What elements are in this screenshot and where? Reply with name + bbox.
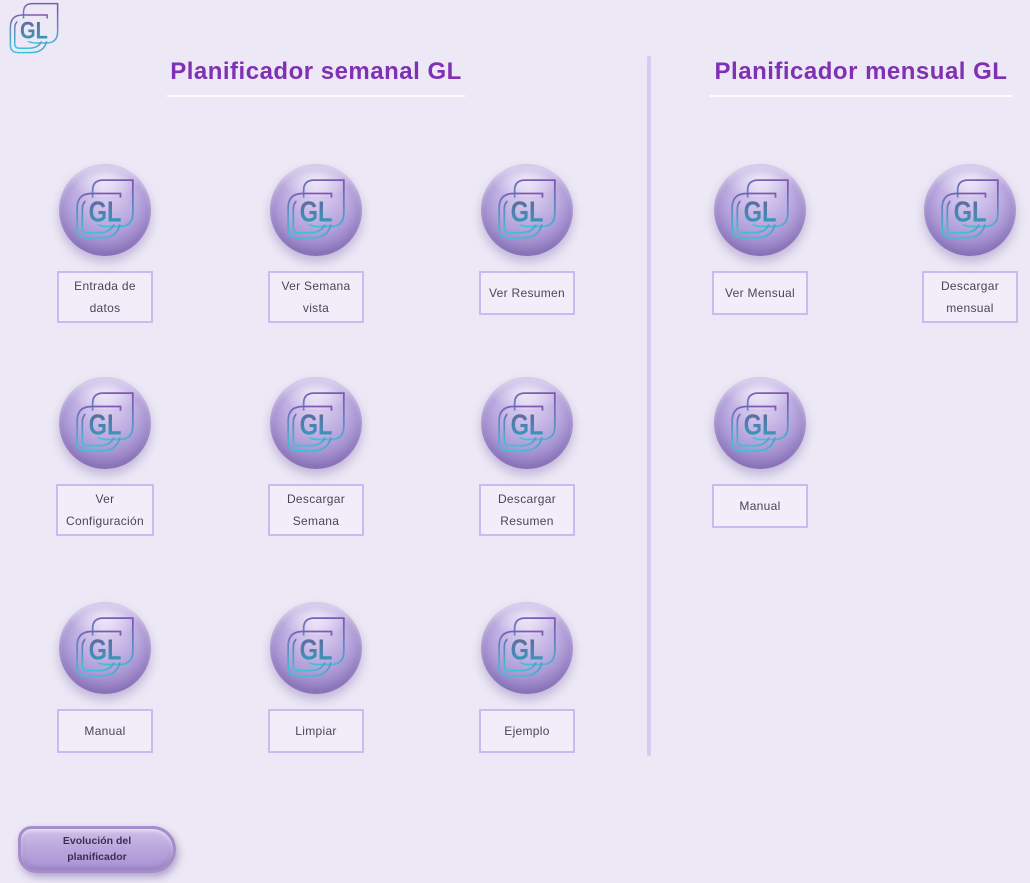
gl-orb-icon[interactable] [270, 377, 362, 469]
button-label: Manual [57, 709, 153, 753]
button-label-text: Manual [84, 720, 125, 742]
button-manual-mensual[interactable]: Manual [655, 377, 865, 528]
gl-orb-icon[interactable] [59, 164, 151, 256]
gl-orb-icon[interactable] [714, 377, 806, 469]
gl-orb-icon[interactable] [481, 164, 573, 256]
button-label: Entrada de datos [57, 271, 153, 323]
app-window: Planificador semanal GL Planificador men… [0, 0, 1030, 883]
button-limpiar[interactable]: Limpiar [211, 602, 421, 753]
button-descargar-resumen[interactable]: Descargar Resumen [422, 377, 632, 536]
button-ejemplo[interactable]: Ejemplo [422, 602, 632, 753]
button-descargar-semana[interactable]: Descargar Semana [211, 377, 421, 536]
button-entrada-de-datos[interactable]: Entrada de datos [0, 164, 210, 323]
button-label-text: Limpiar [295, 720, 336, 742]
button-label-text: Ver Semana vista [281, 275, 350, 319]
button-label: Descargar Resumen [479, 484, 575, 536]
button-label-text: Entrada de datos [74, 275, 136, 319]
button-descargar-mensual[interactable]: Descargar mensual [865, 164, 1030, 323]
gl-orb-icon[interactable] [59, 602, 151, 694]
evo-button-label: Evolución del planificador [63, 834, 131, 866]
button-label-text: Manual [739, 495, 780, 517]
button-label-text: Ver Resumen [489, 282, 565, 304]
button-label-text: Ver Configuración [66, 488, 144, 532]
button-label-text: Ejemplo [504, 720, 549, 742]
button-label: Limpiar [268, 709, 364, 753]
button-ver-configuracion[interactable]: Ver Configuración [0, 377, 210, 536]
button-label-text: Descargar Semana [287, 488, 345, 532]
button-label-text: Ver Mensual [725, 282, 795, 304]
button-label: Ver Resumen [479, 271, 575, 315]
button-label: Descargar Semana [268, 484, 364, 536]
button-label: Ver Semana vista [268, 271, 364, 323]
gl-orb-icon[interactable] [481, 602, 573, 694]
gl-orb-icon[interactable] [270, 602, 362, 694]
gl-orb-icon[interactable] [270, 164, 362, 256]
button-ver-semana-vista[interactable]: Ver Semana vista [211, 164, 421, 323]
evolucion-del-planificador-button[interactable]: Evolución del planificador [18, 826, 176, 873]
button-label: Ver Configuración [56, 484, 154, 536]
gl-orb-icon[interactable] [924, 164, 1016, 256]
gl-orb-icon[interactable] [714, 164, 806, 256]
section-divider [647, 56, 651, 756]
button-label: Descargar mensual [922, 271, 1018, 323]
button-ver-mensual[interactable]: Ver Mensual [655, 164, 865, 315]
gl-leaf-logo-icon [6, 1, 62, 57]
gl-orb-icon[interactable] [481, 377, 573, 469]
button-ver-resumen[interactable]: Ver Resumen [422, 164, 632, 315]
button-label: Manual [712, 484, 808, 528]
button-label-text: Descargar Resumen [498, 488, 556, 532]
button-manual-semanal[interactable]: Manual [0, 602, 210, 753]
weekly-section-title: Planificador semanal GL [167, 58, 465, 97]
gl-orb-icon[interactable] [59, 377, 151, 469]
button-label: Ejemplo [479, 709, 575, 753]
monthly-section-title: Planificador mensual GL [710, 58, 1012, 97]
button-label: Ver Mensual [712, 271, 808, 315]
button-label-text: Descargar mensual [941, 275, 999, 319]
